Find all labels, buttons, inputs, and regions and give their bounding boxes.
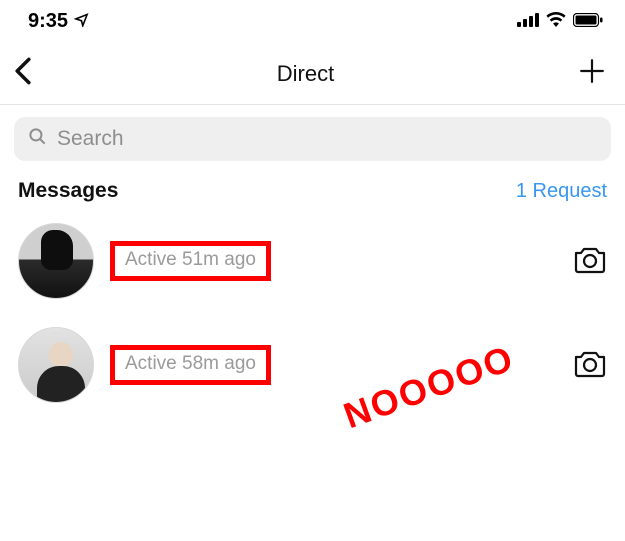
back-button[interactable] <box>14 57 32 90</box>
status-time: 9:35 <box>28 10 68 33</box>
status-bar: 9:35 <box>0 0 625 39</box>
thread-text: Active 58m ago <box>110 345 557 385</box>
highlight-box: Active 51m ago <box>110 241 271 281</box>
search-placeholder: Search <box>57 127 124 151</box>
search-container: Search <box>0 105 625 169</box>
highlight-box: Active 58m ago <box>110 345 271 385</box>
messages-heading: Messages <box>18 179 118 203</box>
camera-button[interactable] <box>573 348 607 383</box>
thread-row[interactable]: Active 58m ago <box>0 319 625 423</box>
status-right <box>517 10 603 33</box>
active-status: Active 58m ago <box>125 353 256 374</box>
active-status: Active 51m ago <box>125 249 256 270</box>
nav-bar: Direct <box>0 39 625 105</box>
requests-link[interactable]: 1 Request <box>516 180 607 203</box>
page-title: Direct <box>277 61 334 87</box>
search-input[interactable]: Search <box>14 117 611 161</box>
thread-text: Active 51m ago <box>110 241 557 281</box>
compose-button[interactable] <box>579 58 605 89</box>
section-header: Messages 1 Request <box>0 169 625 215</box>
wifi-icon <box>546 10 566 33</box>
avatar[interactable] <box>18 223 94 299</box>
location-icon <box>74 10 89 33</box>
search-icon <box>28 127 47 151</box>
battery-icon <box>573 10 603 33</box>
camera-button[interactable] <box>573 244 607 279</box>
thread-row[interactable]: Active 51m ago <box>0 215 625 319</box>
avatar[interactable] <box>18 327 94 403</box>
cellular-icon <box>517 10 539 33</box>
status-left: 9:35 <box>28 10 89 33</box>
